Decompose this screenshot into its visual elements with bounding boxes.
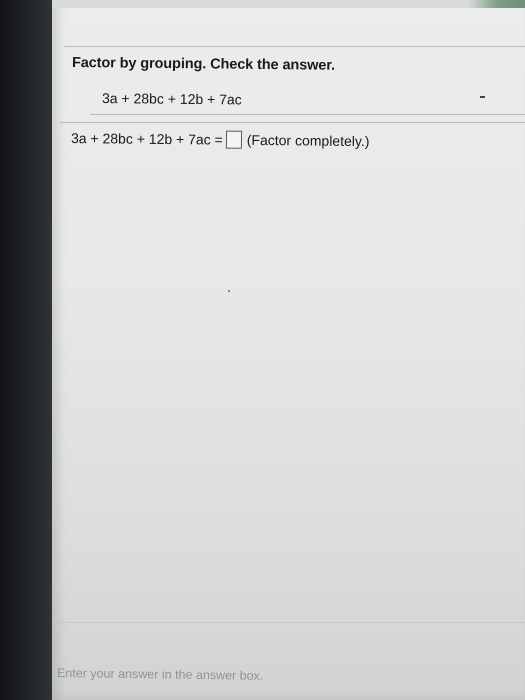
top-strip <box>52 0 525 8</box>
screen-speck <box>228 290 230 292</box>
question-expression: 3a + 28bc + 12b + 7ac <box>101 90 242 108</box>
question-panel: Factor by grouping. Check the answer. 3a… <box>52 0 525 700</box>
collapse-dash-icon[interactable] <box>480 96 485 98</box>
answer-row: 3a + 28bc + 12b + 7ac = (Factor complete… <box>71 129 370 150</box>
answer-lhs: 3a + 28bc + 12b + 7ac = <box>70 130 223 148</box>
section-divider <box>60 122 525 123</box>
photo-frame: Factor by grouping. Check the answer. 3a… <box>0 0 525 700</box>
monitor-bezel <box>0 0 52 700</box>
header-divider <box>64 46 525 47</box>
footer-divider <box>52 622 525 623</box>
answer-input-box[interactable] <box>225 130 242 149</box>
expression-divider <box>90 114 525 115</box>
answer-hint: (Factor completely.) <box>246 131 370 150</box>
question-title: Factor by grouping. Check the answer. <box>71 55 336 74</box>
footer-hint: Enter your answer in the answer box. <box>56 666 264 683</box>
